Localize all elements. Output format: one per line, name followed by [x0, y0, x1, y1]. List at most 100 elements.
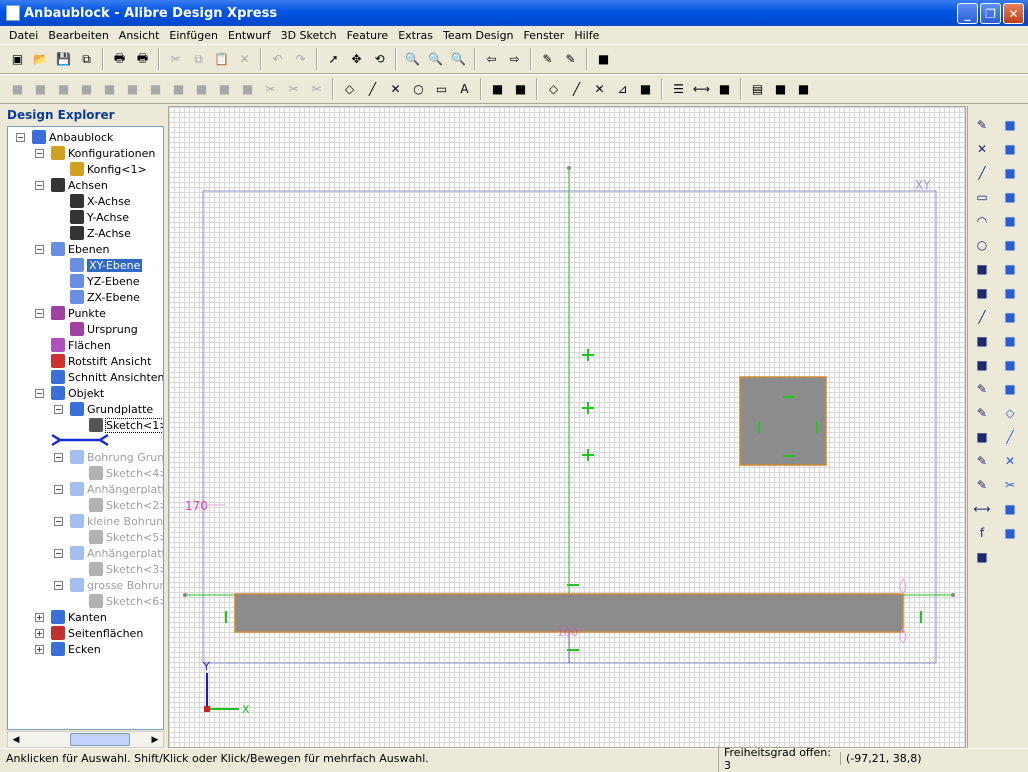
- extend-icon[interactable]: ■: [973, 356, 991, 374]
- tree-node[interactable]: Sketch<4>: [73, 465, 163, 481]
- hole-icon[interactable]: ■: [1001, 212, 1019, 230]
- tree-node[interactable]: Z-Achse: [54, 225, 131, 241]
- line-icon[interactable]: ╱: [973, 164, 991, 182]
- point-icon[interactable]: ✕: [1001, 452, 1019, 470]
- save-icon[interactable]: 💾: [55, 51, 72, 68]
- delete-icon[interactable]: ✕: [236, 51, 253, 68]
- zoom-window-icon[interactable]: 🔍: [427, 51, 444, 68]
- revolve-icon[interactable]: ■: [32, 81, 49, 98]
- style-icon[interactable]: ■: [512, 81, 529, 98]
- rollback-bar-icon[interactable]: [50, 433, 110, 450]
- ellipse-icon[interactable]: ■: [973, 284, 991, 302]
- zoom-in-icon[interactable]: 🔍: [404, 51, 421, 68]
- tree-node[interactable]: − Anbaublock: [16, 129, 113, 145]
- tree-node[interactable]: − Anhängerplatte: [54, 481, 163, 497]
- cut-loft-icon[interactable]: ✂: [308, 81, 325, 98]
- mirror-icon[interactable]: ■: [239, 81, 256, 98]
- tree-node[interactable]: − Grundplatte: [54, 401, 153, 417]
- dimension-icon[interactable]: ⟷: [973, 500, 991, 518]
- zoom-fit-icon[interactable]: 🔍: [450, 51, 467, 68]
- balance-icon[interactable]: ■: [716, 81, 733, 98]
- thread-icon[interactable]: ■: [1001, 332, 1019, 350]
- arc-icon[interactable]: ◠: [973, 212, 991, 230]
- paint-icon[interactable]: ■: [489, 81, 506, 98]
- collapse-icon[interactable]: −: [35, 244, 44, 254]
- select-icon[interactable]: ➚: [325, 51, 342, 68]
- split-icon[interactable]: ■: [1001, 524, 1019, 542]
- collapse-icon[interactable]: −: [54, 516, 63, 526]
- tree-node[interactable]: XY-Ebene: [54, 257, 143, 273]
- menu-entwurf[interactable]: Entwurf: [223, 29, 276, 42]
- menu-einfügen[interactable]: Einfügen: [164, 29, 223, 42]
- tree-node[interactable]: YZ-Ebene: [54, 273, 139, 289]
- rectangle-icon[interactable]: ▭: [973, 188, 991, 206]
- loft-icon[interactable]: ■: [55, 81, 72, 98]
- constraint-icon[interactable]: ■: [973, 548, 991, 566]
- tree-node[interactable]: − Ebenen: [35, 241, 109, 257]
- publish-icon[interactable]: ■: [795, 81, 812, 98]
- circle-icon[interactable]: ○: [973, 236, 991, 254]
- print-icon[interactable]: 🖶: [111, 51, 128, 68]
- mirror-sketch-icon[interactable]: ✎: [973, 452, 991, 470]
- menu-team-design[interactable]: Team Design: [438, 29, 519, 42]
- collapse-icon[interactable]: −: [35, 180, 44, 190]
- render-icon[interactable]: ■: [595, 51, 612, 68]
- forward-icon[interactable]: ⇨: [506, 51, 523, 68]
- sweep-icon[interactable]: ■: [78, 81, 95, 98]
- pdf-icon[interactable]: ▤: [749, 81, 766, 98]
- paste-icon[interactable]: 📋: [213, 51, 230, 68]
- chamfer-icon[interactable]: ■: [1001, 260, 1019, 278]
- menu-feature[interactable]: Feature: [342, 29, 394, 42]
- tree-node[interactable]: Flächen: [35, 337, 111, 353]
- drawing-canvas[interactable]: XY 170 100 Y X: [168, 106, 966, 748]
- chamfer-sketch-icon[interactable]: ✎: [973, 404, 991, 422]
- cut-extrude-icon[interactable]: ✂: [262, 81, 279, 98]
- cut-icon[interactable]: ✂: [167, 51, 184, 68]
- tree-node[interactable]: − kleine Bohrung: [54, 513, 163, 529]
- text-icon[interactable]: A: [456, 81, 473, 98]
- menu-fenster[interactable]: Fenster: [519, 29, 570, 42]
- expand-icon[interactable]: +: [35, 644, 44, 654]
- plane-icon[interactable]: ◇: [1001, 404, 1019, 422]
- collapse-icon[interactable]: −: [54, 548, 63, 558]
- export-icon[interactable]: ■: [772, 81, 789, 98]
- menu-ansicht[interactable]: Ansicht: [114, 29, 165, 42]
- tree-node[interactable]: − Punkte: [35, 305, 106, 321]
- tree-node[interactable]: Sketch<3>: [73, 561, 163, 577]
- polygon-icon[interactable]: ■: [973, 260, 991, 278]
- pattern-icon[interactable]: ■: [216, 81, 233, 98]
- tree-node[interactable]: + Seitenflächen: [35, 625, 143, 641]
- shell-icon[interactable]: ■: [101, 81, 118, 98]
- spline-icon[interactable]: ╱: [973, 308, 991, 326]
- fillet-sketch-icon[interactable]: ✎: [973, 380, 991, 398]
- redo-icon[interactable]: ↷: [292, 51, 309, 68]
- tree-node[interactable]: − Bohrung Grundplatte: [54, 449, 163, 465]
- tree-node[interactable]: Sketch<2>: [73, 497, 163, 513]
- tree-node[interactable]: [51, 433, 110, 449]
- axis-icon[interactable]: ╱: [364, 81, 381, 98]
- collapse-icon[interactable]: −: [54, 580, 63, 590]
- cut-revolve-icon[interactable]: ✂: [285, 81, 302, 98]
- collapse-icon[interactable]: −: [54, 452, 63, 462]
- point-icon[interactable]: ✕: [973, 140, 991, 158]
- tree-node[interactable]: − Anhängerplatte: [54, 545, 163, 561]
- dimension-left[interactable]: 170: [185, 499, 208, 513]
- collapse-icon[interactable]: −: [35, 308, 44, 318]
- point-tool-icon[interactable]: ✕: [591, 81, 608, 98]
- axis-icon[interactable]: ╱: [1001, 428, 1019, 446]
- tree-node[interactable]: − Achsen: [35, 177, 108, 193]
- formula-icon[interactable]: f: [973, 524, 991, 542]
- dimension-icon[interactable]: ⟷: [693, 81, 710, 98]
- collapse-icon[interactable]: −: [16, 132, 25, 142]
- sketch-mode-icon[interactable]: ✎: [973, 116, 991, 134]
- collapse-icon[interactable]: −: [35, 388, 44, 398]
- list-icon[interactable]: ☰: [670, 81, 687, 98]
- menu-extras[interactable]: Extras: [393, 29, 438, 42]
- pattern-sketch-icon[interactable]: ✎: [973, 476, 991, 494]
- tree-scrollbar[interactable]: ◀ ▶: [7, 731, 164, 748]
- cut-icon[interactable]: ✂: [1001, 476, 1019, 494]
- tree-node[interactable]: Ursprung: [54, 321, 138, 337]
- hole-icon[interactable]: ■: [124, 81, 141, 98]
- tree-node[interactable]: ZX-Ebene: [54, 289, 140, 305]
- rotate-icon[interactable]: ⟲: [371, 51, 388, 68]
